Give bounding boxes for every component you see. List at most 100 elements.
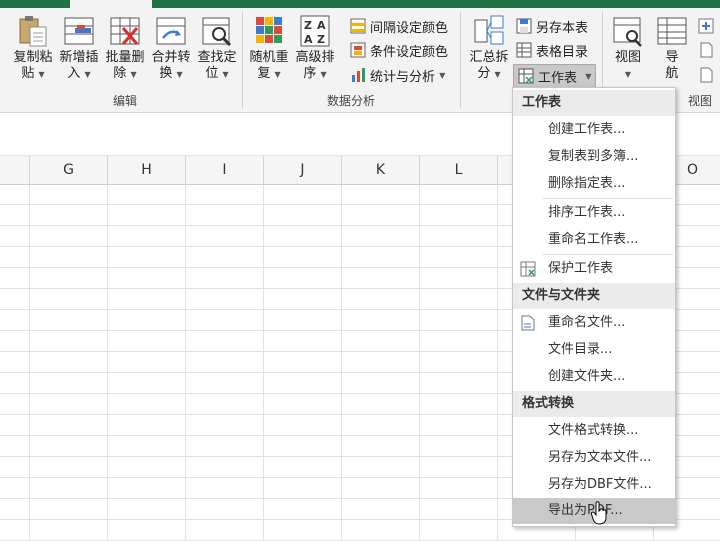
sort-icon: ZA AZ bbox=[300, 15, 330, 47]
condition-color-icon bbox=[350, 42, 366, 58]
menu-section-header: 工作表 bbox=[513, 90, 675, 116]
interval-color-button[interactable]: 间隔设定颜色 bbox=[350, 16, 448, 36]
menu-item-rename-sheet[interactable]: 重命名工作表... bbox=[513, 227, 675, 253]
menu-item-save-as-text[interactable]: 另存为文本文件... bbox=[513, 445, 675, 471]
view-button[interactable]: 视图 ▼ bbox=[608, 14, 648, 83]
table-catalog-button[interactable]: 表格目录 bbox=[516, 40, 588, 60]
worksheet-dropdown-button[interactable]: 工作表 ▼ bbox=[513, 64, 597, 88]
sort-label-1: 高级排 bbox=[295, 50, 335, 65]
sort-label-2: 序 ▼ bbox=[303, 66, 327, 81]
svg-text:Z: Z bbox=[317, 33, 325, 46]
merge-convert-button[interactable]: 合并转 换 ▼ bbox=[148, 14, 194, 83]
menu-separator bbox=[543, 254, 673, 255]
column-gridline bbox=[263, 185, 264, 541]
find-locate-button[interactable]: 查找定 位 ▼ bbox=[194, 14, 240, 83]
catalog-icon bbox=[516, 42, 532, 58]
paste-label-1: 复制粘 bbox=[13, 50, 53, 65]
random-label-1: 随机重 bbox=[249, 50, 289, 65]
advanced-sort-button[interactable]: ZA AZ 高级排 序 ▼ bbox=[292, 14, 338, 83]
column-header-h[interactable]: H bbox=[108, 156, 186, 184]
protect-sheet-label: 保护工作表 bbox=[548, 261, 614, 276]
menu-item-copy-to-workbooks[interactable]: 复制表到多簿... bbox=[513, 144, 675, 170]
find-label-1: 查找定 bbox=[197, 50, 237, 65]
column-gridline bbox=[497, 185, 498, 541]
title-bar bbox=[0, 0, 720, 8]
group-separator bbox=[460, 12, 461, 108]
summary-icon bbox=[474, 15, 504, 45]
interval-color-label: 间隔设定颜色 bbox=[370, 20, 449, 36]
column-gridline bbox=[341, 185, 342, 541]
menu-item-rename-file[interactable]: 重命名文件... bbox=[513, 310, 675, 336]
condition-color-button[interactable]: 条件设定颜色 bbox=[350, 40, 448, 60]
menu-item-create-sheet[interactable]: 创建工作表... bbox=[513, 117, 675, 143]
paste-icon bbox=[19, 16, 47, 47]
column-header-partial bbox=[0, 156, 30, 184]
merge-icon bbox=[156, 17, 186, 45]
random-label-2: 复 ▼ bbox=[257, 66, 281, 81]
menu-item-format-convert[interactable]: 文件格式转换... bbox=[513, 418, 675, 444]
view-small-button-3[interactable] bbox=[698, 65, 714, 85]
paste-label-2: 贴 ▼ bbox=[21, 66, 45, 81]
menu-item-protect-sheet[interactable]: 保护工作表 bbox=[513, 256, 675, 282]
svg-text:Z: Z bbox=[304, 19, 312, 32]
merge-label-2: 换 ▼ bbox=[159, 66, 183, 81]
menu-item-save-as-dbf[interactable]: 另存为DBF文件... bbox=[513, 472, 675, 498]
condition-color-label: 条件设定颜色 bbox=[370, 44, 449, 60]
column-header-k[interactable]: K bbox=[342, 156, 420, 184]
insert-button[interactable]: 新增插 入 ▼ bbox=[56, 14, 102, 83]
menu-section-header: 格式转换 bbox=[513, 391, 675, 417]
table-catalog-label: 表格目录 bbox=[536, 44, 589, 60]
worksheet-icon bbox=[518, 68, 534, 84]
column-gridline bbox=[185, 185, 186, 541]
column-gridline bbox=[419, 185, 420, 541]
navigation-label-1: 导 bbox=[665, 50, 679, 65]
rename-file-icon bbox=[521, 315, 535, 331]
summary-split-button[interactable]: 汇总拆 分 ▼ bbox=[466, 14, 512, 83]
menu-item-create-folder[interactable]: 创建文件夹... bbox=[513, 364, 675, 390]
protect-sheet-icon bbox=[520, 261, 536, 277]
save-sheet-icon bbox=[516, 18, 532, 34]
delete-icon bbox=[110, 17, 140, 45]
save-sheet-label: 另存本表 bbox=[536, 20, 589, 36]
random-icon bbox=[256, 17, 282, 43]
svg-text:A: A bbox=[317, 19, 326, 32]
column-header-l[interactable]: L bbox=[420, 156, 498, 184]
paste-button[interactable]: 复制粘 贴 ▼ bbox=[10, 14, 56, 83]
summary-label-1: 汇总拆 bbox=[469, 50, 509, 65]
column-header-i[interactable]: I bbox=[186, 156, 264, 184]
view-small-button-1[interactable] bbox=[698, 16, 714, 36]
view-small-button-2[interactable] bbox=[698, 40, 714, 60]
worksheet-dropdown-menu: 工作表 创建工作表... 复制表到多簿... 删除指定表... 排序工作表...… bbox=[512, 87, 676, 527]
menu-section-header: 文件与文件夹 bbox=[513, 283, 675, 309]
batch-delete-button[interactable]: 批量删 除 ▼ bbox=[102, 14, 148, 83]
merge-label-1: 合并转 bbox=[151, 50, 191, 65]
active-ribbon-tab[interactable] bbox=[70, 0, 152, 8]
menu-item-file-directory[interactable]: 文件目录... bbox=[513, 337, 675, 363]
view-dropdown-arrow: ▼ bbox=[624, 70, 632, 79]
view-group-label: 视图 bbox=[688, 94, 713, 108]
stats-analysis-button[interactable]: 统计与分析 ▼ bbox=[350, 65, 445, 85]
random-repeat-button[interactable]: 随机重 复 ▼ bbox=[246, 14, 292, 83]
find-icon bbox=[202, 17, 232, 47]
view-label: 视图 bbox=[614, 50, 641, 65]
summary-label-2: 分 ▼ bbox=[477, 66, 501, 81]
navigation-button[interactable]: 导 航 bbox=[652, 14, 692, 82]
hand-cursor-icon bbox=[591, 501, 607, 525]
insert-label-1: 新增插 bbox=[59, 50, 99, 65]
save-sheet-button[interactable]: 另存本表 bbox=[516, 16, 588, 36]
column-gridline bbox=[29, 185, 30, 541]
svg-text:A: A bbox=[304, 33, 313, 46]
view-icon bbox=[613, 17, 642, 47]
view-small-icon-1 bbox=[698, 18, 714, 34]
analysis-group-label: 数据分析 bbox=[326, 94, 375, 108]
column-header-j[interactable]: J bbox=[264, 156, 342, 184]
column-header-g[interactable]: G bbox=[30, 156, 108, 184]
menu-item-delete-sheet[interactable]: 删除指定表... bbox=[513, 171, 675, 197]
insert-label-2: 入 ▼ bbox=[67, 66, 91, 81]
group-separator bbox=[242, 12, 243, 108]
edit-group-label: 编辑 bbox=[112, 94, 137, 108]
stats-icon bbox=[352, 68, 365, 82]
menu-separator bbox=[543, 198, 673, 199]
menu-item-sort-sheets[interactable]: 排序工作表... bbox=[513, 200, 675, 226]
interval-color-icon bbox=[350, 18, 366, 34]
